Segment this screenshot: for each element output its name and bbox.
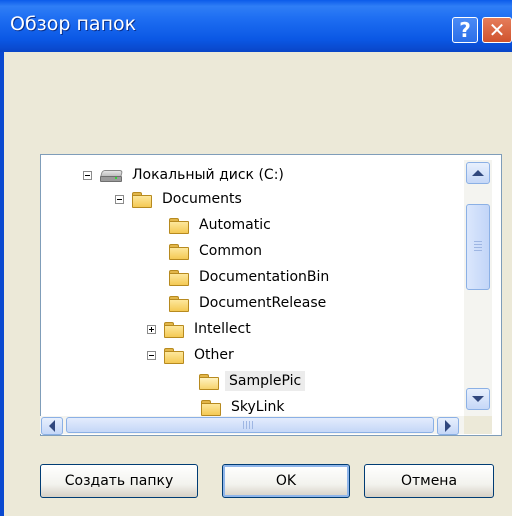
tree-item-label: DocumentationBin bbox=[199, 269, 330, 285]
tree-item-samplepic[interactable]: SamplePic bbox=[199, 369, 306, 393]
arrow-right-icon bbox=[445, 420, 451, 432]
grip-icon bbox=[474, 241, 482, 251]
folder-icon bbox=[169, 243, 189, 260]
folder-icon bbox=[169, 217, 189, 234]
collapse-toggle-icon[interactable] bbox=[147, 350, 156, 360]
horizontal-scroll-thumb[interactable] bbox=[66, 417, 434, 433]
tree-item-label: Локальный диск (C:) bbox=[132, 167, 284, 183]
tree-item-intellect[interactable]: Intellect bbox=[147, 317, 255, 341]
close-button[interactable]: ✕ bbox=[482, 17, 512, 43]
vertical-scroll-thumb[interactable] bbox=[466, 204, 490, 290]
scroll-up-button[interactable] bbox=[466, 162, 490, 184]
window-frame bbox=[0, 52, 4, 516]
tree-item-label: Automatic bbox=[199, 217, 271, 233]
collapse-toggle-icon[interactable] bbox=[83, 170, 92, 180]
folder-icon bbox=[164, 347, 184, 364]
tree-item-label: Documents bbox=[162, 191, 242, 207]
tree-item-common[interactable]: Common bbox=[169, 239, 266, 263]
tree-item-documentrelease[interactable]: DocumentRelease bbox=[169, 291, 330, 315]
scrollbar-corner bbox=[464, 416, 492, 434]
vertical-scrollbar[interactable] bbox=[464, 160, 492, 416]
new-folder-button[interactable]: Создать папку bbox=[40, 464, 198, 498]
question-icon: ? bbox=[459, 18, 471, 42]
close-icon: ✕ bbox=[488, 18, 506, 42]
collapse-toggle-icon[interactable] bbox=[115, 194, 124, 204]
horizontal-scrollbar[interactable] bbox=[40, 416, 464, 435]
folder-icon bbox=[169, 269, 189, 286]
tree-item-automatic[interactable]: Automatic bbox=[169, 213, 275, 237]
folder-tree[interactable]: Локальный диск (C:) Documents Automatic … bbox=[40, 154, 502, 436]
scroll-down-button[interactable] bbox=[466, 388, 490, 410]
folder-icon bbox=[164, 321, 184, 338]
expand-toggle-icon[interactable] bbox=[147, 324, 156, 334]
folder-icon bbox=[169, 295, 189, 312]
arrow-down-icon bbox=[472, 396, 484, 402]
folder-open-icon bbox=[199, 373, 219, 390]
help-button[interactable]: ? bbox=[452, 17, 478, 43]
arrow-left-icon bbox=[49, 420, 55, 432]
folder-icon bbox=[201, 399, 221, 416]
dialog-title: Обзор папок bbox=[10, 13, 137, 35]
tree-item-documentationbin[interactable]: DocumentationBin bbox=[169, 265, 333, 289]
tree-item-other[interactable]: Other bbox=[147, 343, 238, 367]
tree-item-label: SkyLink bbox=[231, 399, 285, 415]
scroll-left-button[interactable] bbox=[41, 417, 63, 435]
scroll-right-button[interactable] bbox=[437, 417, 459, 435]
tree-item-local-disk[interactable]: Локальный диск (C:) bbox=[83, 163, 288, 187]
hard-drive-icon bbox=[99, 168, 124, 182]
tree-item-label: SamplePic bbox=[225, 371, 306, 391]
tree-item-label: DocumentRelease bbox=[199, 295, 327, 311]
cancel-button[interactable]: Отмена bbox=[364, 464, 494, 498]
arrow-up-icon bbox=[472, 170, 484, 176]
tree-item-label: Intellect bbox=[194, 321, 251, 337]
grip-icon bbox=[243, 421, 255, 429]
tree-item-documents[interactable]: Documents bbox=[115, 187, 246, 211]
tree-item-label: Common bbox=[199, 243, 263, 259]
tree-item-label: Other bbox=[194, 347, 234, 363]
browse-folder-dialog: Обзор папок ? ✕ Локальный диск (C:) Docu… bbox=[0, 0, 512, 516]
folder-icon bbox=[132, 191, 152, 208]
title-bar[interactable]: Обзор папок ? ✕ bbox=[0, 0, 512, 52]
ok-button[interactable]: OK bbox=[222, 464, 350, 498]
